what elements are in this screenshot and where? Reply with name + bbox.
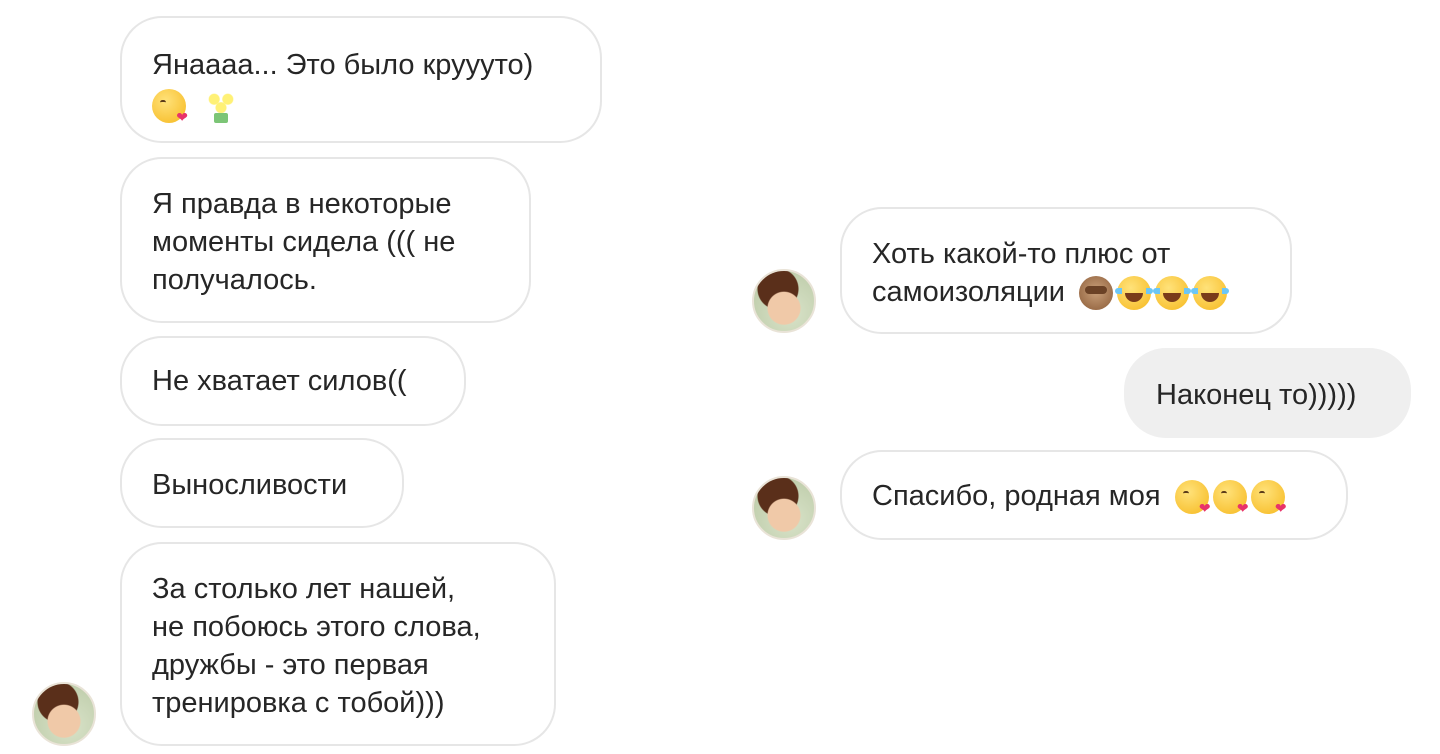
- message-bubble[interactable]: Янаааа... Это было круууто): [120, 16, 602, 143]
- message-text: моменты сидела ((( не: [152, 226, 456, 258]
- avatar[interactable]: [32, 682, 96, 746]
- avatar[interactable]: [752, 476, 816, 540]
- tears-of-joy-icon: [1191, 276, 1230, 311]
- message-text: Спасибо, родная моя: [872, 480, 1161, 512]
- message-text: дружбы - это первая: [152, 649, 429, 681]
- message-text: За столько лет нашей,: [152, 573, 456, 605]
- kissing-face-icon: [1250, 480, 1287, 515]
- tears-of-joy-icon: [1153, 276, 1192, 311]
- message-bubble[interactable]: Я правда в некоторые моменты сидела ((( …: [120, 157, 531, 323]
- message-text: Я правда в некоторые: [152, 188, 452, 220]
- message-text: тренировка с тобой))): [152, 687, 445, 719]
- message-bubble[interactable]: Хоть какой-то плюс от самоизоляции: [840, 207, 1292, 334]
- message-text: самоизоляции: [872, 276, 1065, 308]
- avatar[interactable]: [752, 269, 816, 333]
- message-text: не побоюсь этого слова,: [152, 611, 481, 643]
- message-bubble[interactable]: Не хватает силов((: [120, 336, 466, 426]
- message-text: Не хватает силов((: [152, 365, 407, 397]
- bouquet-icon: [204, 89, 239, 124]
- message-bubble[interactable]: Выносливости: [120, 438, 404, 528]
- message-bubble[interactable]: Спасибо, родная моя: [840, 450, 1348, 540]
- message-text: Хоть какой-то плюс от: [872, 238, 1171, 270]
- message-bubble[interactable]: За столько лет нашей, не побоюсь этого с…: [120, 542, 556, 746]
- kissing-face-icon: [1174, 480, 1211, 515]
- message-text: Янаааа... Это было круууто): [152, 49, 534, 81]
- see-no-evil-monkey-icon: [1079, 276, 1114, 311]
- message-text: Выносливости: [152, 469, 348, 501]
- kissing-face-icon: [1212, 480, 1249, 515]
- message-text: Наконец то))))): [1156, 379, 1357, 411]
- kissing-face-icon: [152, 89, 188, 124]
- message-text: получалось.: [152, 264, 317, 296]
- sent-message-bubble[interactable]: Наконец то))))): [1124, 348, 1411, 438]
- tears-of-joy-icon: [1115, 276, 1154, 311]
